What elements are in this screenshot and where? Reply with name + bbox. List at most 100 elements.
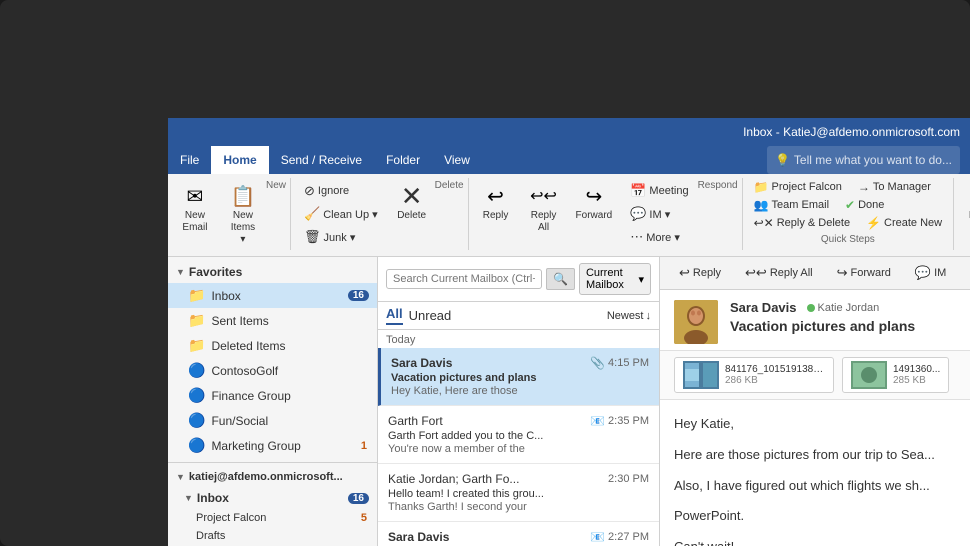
meeting-icon: 📅 [630, 183, 646, 199]
sidebar-finance-group[interactable]: 🔵 Finance Group [168, 383, 377, 408]
new-email-button[interactable]: ✉ NewEmail [172, 178, 218, 238]
sidebar-project-falcon[interactable]: Project Falcon 5 [168, 509, 377, 527]
message-list: 🔍 Current Mailbox ▾ All Unread Newest ↓ … [378, 257, 660, 546]
ribbon-group-quick-steps: 📁 Project Falcon → To Manager 👥 Team Ema… [743, 178, 955, 250]
filter-sort[interactable]: Newest ↓ [607, 310, 651, 322]
reply-button[interactable]: ↩ Reply [473, 178, 519, 226]
reply-all-icon: ↩↩ [528, 182, 560, 210]
more-button[interactable]: ⋯ More ▾ [623, 226, 695, 248]
create-new-icon: ⚡ [866, 216, 881, 230]
team-email-label: Team Email [772, 199, 829, 211]
sidebar-inbox[interactable]: 📁 Inbox 16 [168, 283, 377, 308]
sidebar-drafts[interactable]: Drafts [168, 527, 377, 545]
read-reply-label: Reply [693, 267, 721, 279]
to-manager-icon: → [858, 180, 870, 194]
mailbox-selector[interactable]: Current Mailbox ▾ [579, 263, 651, 295]
lightbulb-icon: 💡 [775, 153, 790, 167]
message-item-3[interactable]: Katie Jordan; Garth Fo... 2:30 PM Hello … [378, 464, 659, 522]
junk-button[interactable]: 🗑 Junk ▾ [297, 226, 385, 248]
fun-social-label: Fun/Social [211, 414, 268, 428]
im-button[interactable]: 💬 IM ▾ [623, 203, 695, 225]
ribbon-respond-small: 📅 Meeting 💬 IM ▾ ⋯ More ▾ [621, 178, 697, 250]
account-inbox-header[interactable]: ▼ Inbox 16 [168, 487, 377, 509]
sidebar-contoso-golf[interactable]: 🔵 ContosoGolf [168, 358, 377, 383]
menu-home[interactable]: Home [211, 146, 268, 174]
qs-row1: 📁 Project Falcon → To Manager [747, 178, 950, 196]
create-new-button[interactable]: ⚡ Create New [859, 214, 949, 232]
msg-row1-1: Sara Davis 📎 4:15 PM [391, 356, 649, 370]
tell-me-box[interactable]: 💡 Tell me what you want to do... [767, 146, 960, 174]
junk-icon: 🗑 [304, 229, 321, 245]
sidebar-fun-social[interactable]: 🔵 Fun/Social [168, 408, 377, 433]
attachment-thumb-2 [851, 361, 887, 389]
search-button[interactable]: 🔍 [546, 268, 575, 290]
meeting-button[interactable]: 📅 Meeting [623, 180, 695, 202]
menu-send-receive[interactable]: Send / Receive [269, 146, 374, 174]
body-line-5: Can't wait! [674, 537, 956, 546]
read-reply-button[interactable]: ↩ Reply [670, 261, 730, 285]
account-label: katiej@afdemo.onmicrosoft... [189, 471, 343, 483]
ignore-button[interactable]: ⊘ Ignore [297, 180, 385, 202]
finance-icon: 🔵 [188, 387, 205, 404]
search-input[interactable] [386, 269, 542, 289]
team-email-button[interactable]: 👥 Team Email [747, 196, 836, 214]
attachment-2[interactable]: 1491360... 285 KB [842, 357, 949, 393]
account-inbox-chevron: ▼ [184, 493, 193, 503]
sidebar-sent-items[interactable]: 📁 Sent Items [168, 308, 377, 333]
ribbon-delete-label: Delete [435, 178, 464, 250]
cleanup-button[interactable]: 🧹 Clean Up ▾ [297, 203, 385, 225]
read-forward-button[interactable]: ↪ Forward [828, 261, 900, 285]
msg-row2-2: Garth Fort added you to the C... [388, 430, 649, 442]
forward-button[interactable]: ↪ Forward [569, 178, 620, 226]
mailbox-label: Current Mailbox [586, 267, 636, 291]
msg-time-4: 2:27 PM [608, 531, 649, 543]
menu-folder[interactable]: Folder [374, 146, 432, 174]
sort-label: Newest [607, 310, 644, 322]
favorites-header[interactable]: ▼ Favorites [168, 261, 377, 283]
reply-delete-button[interactable]: ↩✕ Reply & Delete [747, 214, 857, 232]
to-manager-button[interactable]: → To Manager [851, 178, 938, 196]
done-button[interactable]: ✔ Done [838, 196, 891, 214]
title-bar: Inbox - KatieJ@afdemo.onmicrosoft.com [168, 118, 970, 146]
title-bar-text: Inbox - KatieJ@afdemo.onmicrosoft.com [743, 125, 960, 139]
move-button[interactable]: 📂 Move [958, 178, 970, 226]
sidebar-marketing-group[interactable]: 🔵 Marketing Group 1 [168, 433, 377, 458]
msg-row1-2: Garth Fort 📧 2:35 PM [388, 414, 649, 428]
read-reply-all-button[interactable]: ↩↩ Reply All [736, 261, 822, 285]
filter-unread[interactable]: Unread [409, 308, 452, 323]
msg-sender-3: Katie Jordan; Garth Fo... [388, 472, 519, 486]
attachment-1[interactable]: 841176_101519138888... 286 KB [674, 357, 834, 393]
junk-label: Junk ▾ [324, 231, 356, 244]
menu-view[interactable]: View [432, 146, 482, 174]
marketing-group-label: Marketing Group [211, 439, 300, 453]
reply-all-button[interactable]: ↩↩ ReplyAll [521, 178, 567, 238]
account-header[interactable]: ▼ katiej@afdemo.onmicrosoft... [168, 467, 377, 487]
inbox-badge: 16 [348, 290, 369, 301]
new-items-icon: 📋 [227, 182, 259, 210]
account-chevron: ▼ [176, 472, 185, 482]
ribbon-new-buttons: ✉ NewEmail 📋 NewItems ▾ [172, 178, 266, 250]
reply-delete-label: Reply & Delete [777, 217, 850, 229]
message-item-2[interactable]: Garth Fort 📧 2:35 PM Garth Fort added yo… [378, 406, 659, 464]
delete-button[interactable]: ✕ Delete [389, 178, 435, 226]
menu-file[interactable]: File [168, 146, 211, 174]
forward-label: Forward [576, 210, 613, 222]
drafts-label: Drafts [196, 530, 225, 542]
reading-body: Hey Katie, Here are those pictures from … [660, 400, 970, 546]
msg-row2-3: Hello team! I created this grou... [388, 488, 649, 500]
read-reply-all-icon: ↩↩ [745, 265, 767, 281]
message-item-1[interactable]: Sara Davis 📎 4:15 PM Vacation pictures a… [378, 348, 659, 406]
msg-time-2: 2:35 PM [608, 415, 649, 427]
inbox-label: Inbox [211, 289, 240, 303]
msg-preview-1: Hey Katie, Here are those [391, 385, 649, 397]
project-falcon-button[interactable]: 📁 Project Falcon [747, 178, 849, 196]
contoso-icon: 🔵 [188, 362, 205, 379]
message-item-4[interactable]: Sara Davis 📧 2:27 PM Sara Davis added yo… [378, 522, 659, 546]
msg-sender-1: Sara Davis [391, 356, 452, 370]
filter-all[interactable]: All [386, 306, 403, 325]
body-line-3: Also, I have figured out which flights w… [674, 476, 956, 497]
sidebar-deleted-items[interactable]: 📁 Deleted Items [168, 333, 377, 358]
new-items-button[interactable]: 📋 NewItems ▾ [220, 178, 266, 250]
read-im-button[interactable]: 💬 IM [906, 261, 955, 285]
done-label: Done [858, 199, 884, 211]
